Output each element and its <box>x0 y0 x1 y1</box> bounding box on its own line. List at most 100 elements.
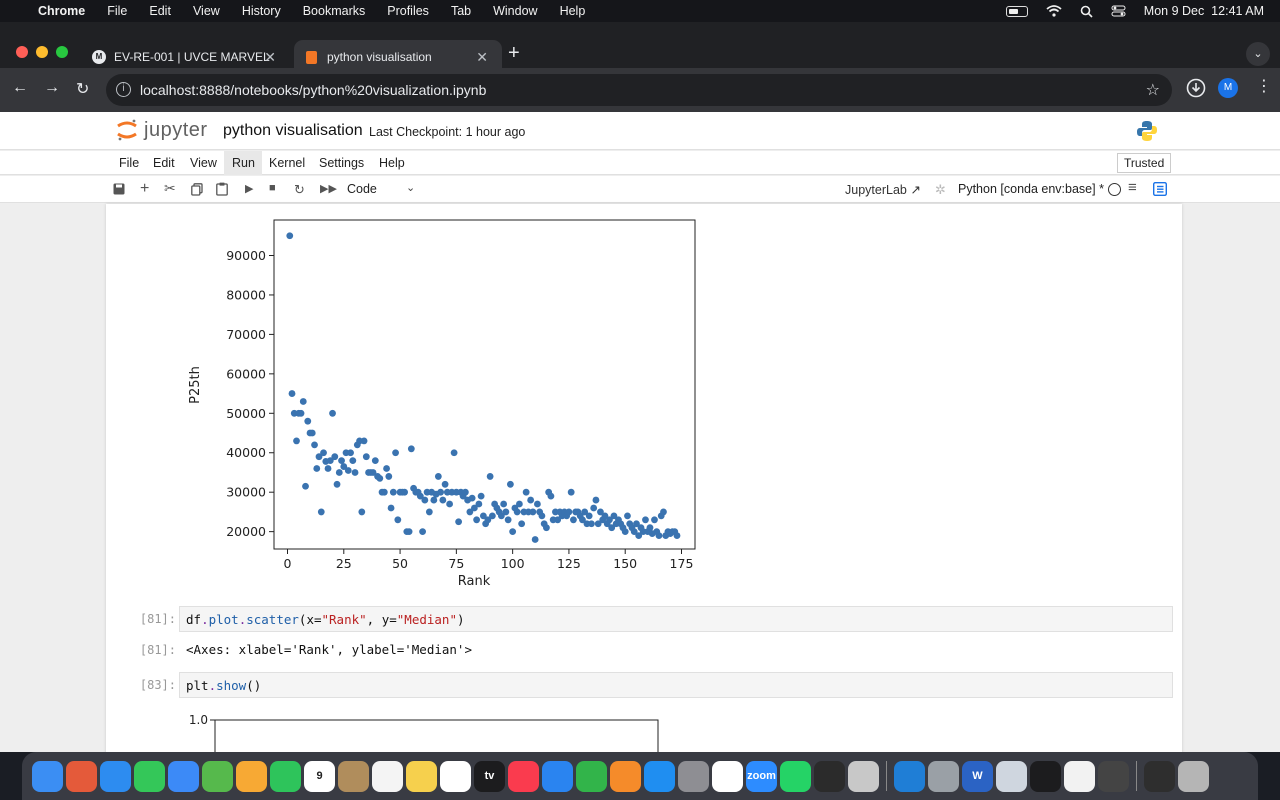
hamburger-menu-icon[interactable]: ≡ <box>1128 179 1137 196</box>
y-tick-label: 40000 <box>226 445 266 460</box>
music-icon[interactable] <box>508 760 539 792</box>
code-cell-input[interactable]: df.plot.scatter(x="Rank", y="Median") <box>179 606 1173 632</box>
mail-icon[interactable] <box>168 760 199 792</box>
new-tab-button[interactable]: + <box>508 42 520 65</box>
maps-icon[interactable] <box>202 760 233 792</box>
menu-history[interactable]: History <box>242 4 281 18</box>
tab-close-icon[interactable]: ✕ <box>264 49 276 66</box>
menu-window[interactable]: Window <box>493 4 537 18</box>
jupyter-menu-edit[interactable]: Edit <box>153 156 175 170</box>
jupyter-logo[interactable]: jupyter <box>116 118 208 142</box>
code-token: () <box>246 678 262 693</box>
cell-type-select[interactable]: Code <box>347 182 377 196</box>
contacts-icon[interactable] <box>338 760 369 792</box>
bookmark-star-icon[interactable]: ☆ <box>1146 80 1160 100</box>
run-cell-icon[interactable]: ▶ <box>245 182 253 195</box>
property-inspector-icon[interactable] <box>1153 182 1167 196</box>
jupyter-menu-settings[interactable]: Settings <box>319 156 364 170</box>
window-close-button[interactable] <box>16 46 28 58</box>
menu-bookmarks[interactable]: Bookmarks <box>303 4 366 18</box>
chevron-down-icon[interactable]: ⌄ <box>406 181 415 194</box>
menu-profiles[interactable]: Profiles <box>387 4 429 18</box>
spotlight-search-icon[interactable] <box>1080 5 1093 18</box>
battery-icon[interactable] <box>1005 5 1028 17</box>
back-arrow-icon[interactable]: ← <box>12 79 28 97</box>
reminders-icon[interactable] <box>372 760 403 792</box>
menu-edit[interactable]: Edit <box>149 4 171 18</box>
save-icon[interactable] <box>113 183 125 195</box>
menu-app-chrome[interactable]: Chrome <box>38 4 85 18</box>
menu-file[interactable]: File <box>107 4 127 18</box>
address-bar-url: localhost:8888/notebooks/python%20visual… <box>140 82 487 98</box>
add-cell-icon[interactable]: + <box>140 180 149 198</box>
wifi-icon[interactable] <box>1046 5 1062 17</box>
word-icon[interactable]: W <box>962 760 993 792</box>
cut-icon[interactable]: ✂ <box>164 180 176 197</box>
site-info-icon[interactable]: i <box>116 82 131 97</box>
menu-help[interactable]: Help <box>560 4 586 18</box>
tab-close-icon[interactable]: ✕ <box>476 49 488 66</box>
chrome-icon[interactable] <box>712 760 743 792</box>
download-icon[interactable] <box>1186 78 1206 98</box>
whatsapp-icon[interactable] <box>780 760 811 792</box>
zoom-icon[interactable]: zoom <box>746 760 777 792</box>
trash-icon[interactable] <box>1178 760 1209 792</box>
facetime-icon[interactable] <box>270 760 301 792</box>
forward-arrow-icon[interactable]: → <box>44 79 60 97</box>
window-thumbnail-icon[interactable] <box>1098 760 1129 792</box>
system-settings-icon[interactable] <box>678 760 709 792</box>
launchpad-icon[interactable] <box>66 760 97 792</box>
window-zoom-button[interactable] <box>56 46 68 58</box>
menu-view[interactable]: View <box>193 4 220 18</box>
activity-ring-icon[interactable] <box>1030 760 1061 792</box>
vscode-icon[interactable] <box>894 760 925 792</box>
window-thumbnail-icon[interactable] <box>1144 760 1175 792</box>
jupyter-menu-file[interactable]: File <box>119 156 139 170</box>
appstore-icon[interactable] <box>644 760 675 792</box>
keynote-icon[interactable] <box>542 760 573 792</box>
profile-avatar[interactable]: M <box>1218 78 1238 98</box>
messages-icon[interactable] <box>134 760 165 792</box>
trusted-badge[interactable]: Trusted <box>1117 153 1172 173</box>
paste-icon[interactable] <box>216 182 228 196</box>
freeform-icon[interactable] <box>440 760 471 792</box>
notebook-title[interactable]: python visualisation <box>223 122 363 140</box>
scatter-point <box>434 473 442 480</box>
kernel-gear-icon[interactable]: ✲ <box>935 182 946 198</box>
restart-kernel-icon[interactable]: ↻ <box>294 182 305 198</box>
jupyter-menu-run[interactable]: Run <box>232 156 255 170</box>
xcode-tools-icon[interactable] <box>928 760 959 792</box>
terminal-icon[interactable] <box>814 760 845 792</box>
notebook-cells-area[interactable]: 0 25 50 75 100 125 150 175 20000 30000 40000 50000… <box>106 204 1182 752</box>
appletv-icon[interactable]: tv <box>474 760 505 792</box>
dock-separator <box>1136 761 1137 791</box>
preview-icon[interactable] <box>996 760 1027 792</box>
window-minimize-button[interactable] <box>36 46 48 58</box>
reload-icon[interactable]: ↻ <box>76 79 89 99</box>
restart-run-all-icon[interactable]: ▶▶ <box>320 182 337 195</box>
interrupt-kernel-icon[interactable]: ■ <box>269 182 276 194</box>
code-cell-input[interactable]: plt.show() <box>179 672 1173 698</box>
safari-icon[interactable] <box>100 760 131 792</box>
photos-icon[interactable] <box>236 760 267 792</box>
jupyter-menu-help[interactable]: Help <box>379 156 405 170</box>
tab-search-chevron-icon[interactable]: ⌄ <box>1246 42 1270 66</box>
document-icon[interactable] <box>1064 760 1095 792</box>
numbers-icon[interactable] <box>576 760 607 792</box>
scatter-point <box>425 508 433 516</box>
pages-icon[interactable] <box>610 760 641 792</box>
control-center-icon[interactable] <box>1111 5 1126 17</box>
menu-tab[interactable]: Tab <box>451 4 471 18</box>
jupyter-menu-kernel[interactable]: Kernel <box>269 156 305 170</box>
menubar-clock[interactable]: Mon 9 Dec 12:41 AM <box>1144 4 1264 18</box>
jupyter-menu-view[interactable]: View <box>190 156 217 170</box>
python-launcher-icon[interactable] <box>848 760 879 792</box>
copy-icon[interactable] <box>191 183 203 196</box>
kernel-name[interactable]: Python [conda env:base] * <box>958 182 1104 196</box>
calendar-icon[interactable]: 9 <box>304 760 335 792</box>
notes-icon[interactable] <box>406 760 437 792</box>
address-bar[interactable]: i localhost:8888/notebooks/python%20visu… <box>106 74 1172 106</box>
open-jupyterlab-link[interactable]: JupyterLab ↗ <box>845 182 921 197</box>
chrome-menu-kebab-icon[interactable]: ⋮ <box>1256 76 1272 96</box>
finder-icon[interactable] <box>32 760 63 792</box>
